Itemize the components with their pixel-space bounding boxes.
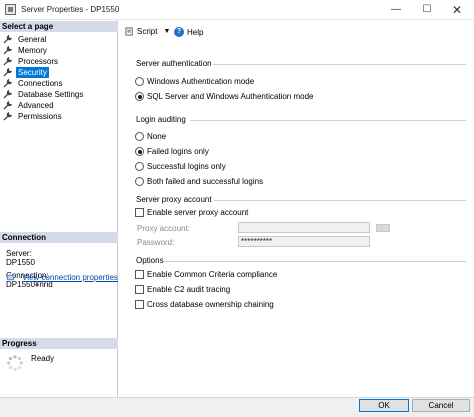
windows-auth-radio[interactable]: Windows Authentication mode xyxy=(135,76,254,87)
window-title: Server Properties - DP1550 xyxy=(21,5,120,14)
server-value: DP1550 xyxy=(6,258,35,267)
sidebar-item-security[interactable]: Security xyxy=(3,67,49,78)
browse-button[interactable] xyxy=(376,224,390,232)
sidebar-item-label: General xyxy=(18,35,47,44)
sidebar-item-label: Security xyxy=(16,67,49,78)
radio-button[interactable] xyxy=(135,147,144,156)
checkbox[interactable] xyxy=(135,300,144,309)
option-label: Windows Authentication mode xyxy=(147,77,255,86)
connection-icon xyxy=(6,273,15,282)
wrench-icon xyxy=(3,79,12,88)
option-label: None xyxy=(147,132,167,141)
sidebar-item-advanced[interactable]: Advanced xyxy=(3,100,56,111)
script-label: Script xyxy=(137,27,158,36)
help-button[interactable]: ? Help xyxy=(174,27,203,37)
group-divider xyxy=(164,261,466,262)
radio-button[interactable] xyxy=(135,162,144,171)
option-label: Both failed and successful logins xyxy=(147,177,264,186)
script-button[interactable]: Script ▼ xyxy=(125,27,170,36)
common-criteria-checkbox[interactable]: Enable Common Criteria compliance xyxy=(135,269,277,280)
wrench-icon xyxy=(3,35,12,44)
app-icon xyxy=(5,4,16,15)
checkbox-label: Enable Common Criteria compliance xyxy=(147,270,278,279)
checkbox[interactable] xyxy=(135,208,144,217)
server-authentication-title: Server authentication xyxy=(136,59,212,68)
checkbox[interactable] xyxy=(135,270,144,279)
sidebar-item-general[interactable]: General xyxy=(3,34,48,45)
audit-none-radio[interactable]: None xyxy=(135,131,166,142)
audit-failed-radio[interactable]: Failed logins only xyxy=(135,146,209,157)
view-connection-properties-link[interactable]: View connection properties xyxy=(6,273,118,282)
proxy-account-title: Server proxy account xyxy=(136,195,212,204)
sidebar-item-connections[interactable]: Connections xyxy=(3,78,64,89)
sql-windows-auth-radio[interactable]: SQL Server and Windows Authentication mo… xyxy=(135,91,313,102)
sidebar-item-label: Advanced xyxy=(18,101,54,110)
checkbox-label: Cross database ownership chaining xyxy=(147,300,274,309)
checkbox-label: Enable server proxy account xyxy=(147,208,249,217)
password-input[interactable]: ********** xyxy=(238,236,370,247)
maximize-button[interactable]: ☐ xyxy=(413,0,441,20)
options-title: Options xyxy=(136,256,164,265)
proxy-account-input[interactable] xyxy=(238,222,370,233)
wrench-icon xyxy=(3,112,12,121)
sidebar-item-database-settings[interactable]: Database Settings xyxy=(3,89,85,100)
audit-both-radio[interactable]: Both failed and successful logins xyxy=(135,176,263,187)
connection-header: Connection xyxy=(0,232,118,243)
server-label: Server: xyxy=(6,249,32,258)
radio-button[interactable] xyxy=(135,92,144,101)
sidebar-item-label: Database Settings xyxy=(18,90,84,99)
cross-db-chaining-checkbox[interactable]: Cross database ownership chaining xyxy=(135,299,274,310)
wrench-icon xyxy=(3,68,12,77)
c2-audit-checkbox[interactable]: Enable C2 audit tracing xyxy=(135,284,230,295)
sidebar-item-label: Connections xyxy=(18,79,63,88)
enable-proxy-checkbox[interactable]: Enable server proxy account xyxy=(135,207,248,218)
help-icon: ? xyxy=(174,27,184,37)
sidebar-item-label: Memory xyxy=(18,46,47,55)
sidebar-item-label: Processors xyxy=(18,57,59,66)
option-label: SQL Server and Windows Authentication mo… xyxy=(147,92,314,101)
wrench-icon xyxy=(3,101,12,110)
sidebar-item-permissions[interactable]: Permissions xyxy=(3,111,64,122)
select-page-header: Select a page xyxy=(0,21,118,32)
close-button[interactable]: ✕ xyxy=(443,0,471,20)
password-label: Password: xyxy=(137,238,175,247)
view-connection-link-text: View connection properties xyxy=(22,273,118,282)
chevron-down-icon[interactable]: ▼ xyxy=(163,28,170,35)
minimize-button[interactable]: — xyxy=(382,0,410,20)
proxy-account-label: Proxy account: xyxy=(137,224,190,233)
ok-button[interactable]: OK xyxy=(359,399,409,412)
sidebar-item-memory[interactable]: Memory xyxy=(3,45,49,56)
option-label: Successful logins only xyxy=(147,162,226,171)
help-label: Help xyxy=(187,27,204,37)
wrench-icon xyxy=(3,46,12,55)
progress-status: Ready xyxy=(31,354,55,363)
login-auditing-title: Login auditing xyxy=(136,115,186,124)
wrench-icon xyxy=(3,57,12,66)
progress-spinner-icon xyxy=(6,354,24,372)
title-bar: Server Properties - DP1550 — ☐ ✕ xyxy=(0,0,474,20)
radio-button[interactable] xyxy=(135,132,144,141)
group-divider xyxy=(214,200,466,201)
checkbox-label: Enable C2 audit tracing xyxy=(147,285,231,294)
sidebar-item-processors[interactable]: Processors xyxy=(3,56,60,67)
radio-button[interactable] xyxy=(135,77,144,86)
progress-header: Progress xyxy=(0,338,118,349)
wrench-icon xyxy=(3,90,12,99)
cancel-button[interactable]: Cancel xyxy=(412,399,470,412)
audit-successful-radio[interactable]: Successful logins only xyxy=(135,161,226,172)
checkbox[interactable] xyxy=(135,285,144,294)
radio-button[interactable] xyxy=(135,177,144,186)
group-divider xyxy=(190,120,466,121)
group-divider xyxy=(213,64,466,65)
option-label: Failed logins only xyxy=(147,147,209,156)
script-icon xyxy=(125,27,134,36)
sidebar-item-label: Permissions xyxy=(18,112,62,121)
